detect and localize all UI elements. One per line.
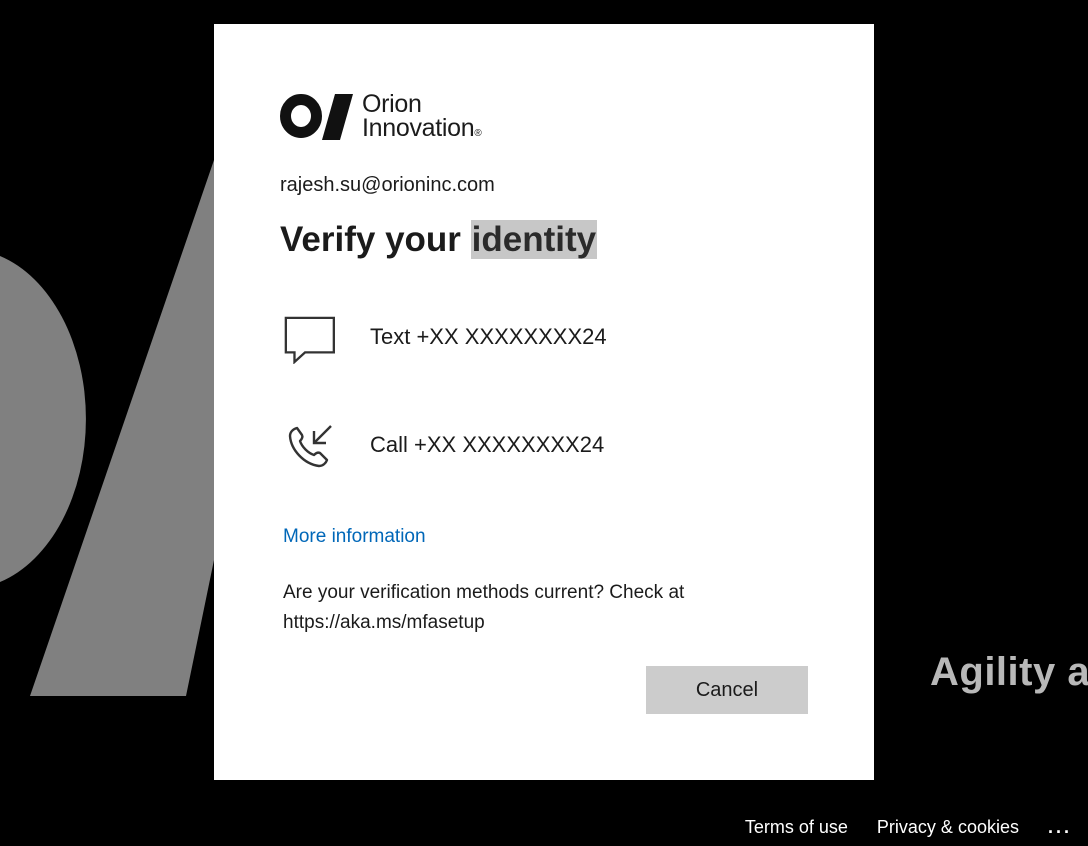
verification-note: Are your verification methods current? C… [283,578,723,638]
cancel-button[interactable]: Cancel [646,666,808,714]
orion-logo-mark-icon [280,94,353,140]
title-highlighted-word: identity [470,220,598,259]
title-prefix: Verify your [280,220,471,259]
verify-method-call[interactable]: Call +XX XXXXXXXX24 [280,414,800,474]
note-line-2: https://aka.ms/mfasetup [283,612,485,633]
note-line-1: Are your verification methods current? C… [283,582,685,603]
more-information-link[interactable]: More information [283,526,426,548]
sign-in-page: Agility a Orion Innovation® rajesh.su@or… [0,0,1088,846]
orion-innovation-logo: Orion Innovation® [280,92,500,142]
background-tagline: Agility a [930,650,1088,694]
verify-identity-dialog: Orion Innovation® rajesh.su@orioninc.com… [214,24,874,780]
verify-method-text[interactable]: Text +XX XXXXXXXX24 [280,306,800,366]
chat-bubble-icon [284,316,335,364]
footer-links: Terms of use Privacy & cookies ... [745,812,1088,842]
logo-line-1: Orion [362,90,422,118]
logo-wordmark: Orion Innovation® [362,90,482,142]
method-label-call: Call +XX XXXXXXXX24 [370,432,605,457]
terms-of-use-link[interactable]: Terms of use [745,817,848,838]
page-title: Verify your identity [280,220,598,260]
account-email: rajesh.su@orioninc.com [280,174,495,196]
phone-call-icon [288,425,332,468]
method-label-text: Text +XX XXXXXXXX24 [370,324,607,349]
logo-line-2: Innovation [362,114,475,142]
privacy-cookies-link[interactable]: Privacy & cookies [877,817,1019,838]
more-options-ellipsis-icon[interactable]: ... [1048,817,1072,838]
